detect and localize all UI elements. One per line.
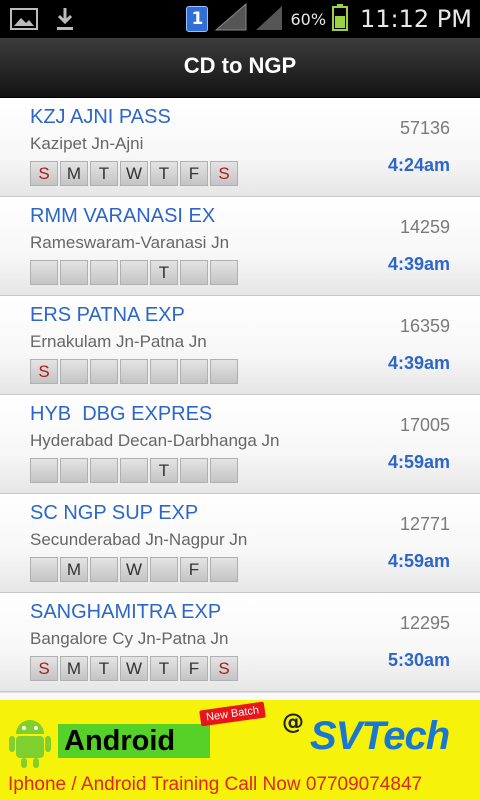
day-cell — [210, 458, 238, 483]
day-cell — [60, 458, 88, 483]
title-bar: CD to NGP — [0, 38, 480, 98]
day-cell — [60, 359, 88, 384]
departure-time: 4:39am — [387, 254, 450, 274]
day-cell: S — [30, 359, 58, 384]
android-label: Android — [58, 724, 210, 758]
list-item[interactable]: ERS PATNA EXP Ernakulam Jn-Patna Jn 1635… — [0, 296, 480, 395]
train-number: 14259 — [399, 217, 450, 237]
train-name: SANGHAMITRA EXP — [30, 601, 222, 623]
day-cell — [120, 260, 148, 285]
day-cell: M — [60, 161, 88, 186]
day-cell: S — [210, 161, 238, 186]
train-route: Rameswaram-Varanasi Jn — [30, 233, 230, 252]
notification-badge-icon: 1 — [186, 6, 209, 32]
android-robot-icon — [8, 714, 52, 774]
day-cell — [210, 557, 238, 582]
day-cell: T — [150, 161, 178, 186]
day-cell — [150, 359, 178, 384]
train-name: RMM VARANASI EX — [30, 205, 216, 227]
list-item[interactable] — [0, 692, 480, 700]
day-cell: W — [120, 656, 148, 681]
train-number: 17005 — [399, 415, 450, 435]
day-cell — [120, 458, 148, 483]
train-number: 16359 — [399, 316, 450, 336]
day-cell — [30, 260, 58, 285]
clock: 11:12 PM — [360, 5, 472, 33]
day-cell: F — [180, 656, 208, 681]
train-list[interactable]: KZJ AJNI PASS Kazipet Jn-Ajni 57136 4:24… — [0, 98, 480, 692]
day-cell: T — [90, 656, 118, 681]
run-days: SMTWTFS — [30, 656, 238, 681]
train-name: SC NGP SUP EXP — [30, 502, 199, 524]
day-cell: W — [120, 161, 148, 186]
day-cell — [180, 359, 208, 384]
run-days: T — [30, 260, 238, 285]
day-cell: S — [30, 656, 58, 681]
day-cell: M — [60, 557, 88, 582]
day-cell: M — [60, 656, 88, 681]
signal-icon — [254, 2, 284, 36]
departure-time: 4:59am — [387, 551, 450, 571]
train-name: ERS PATNA EXP — [30, 304, 185, 326]
page-title: CD to NGP — [183, 53, 297, 78]
departure-time: 5:30am — [387, 650, 450, 670]
ad-text: Iphone / Android Training Call Now 07709… — [8, 774, 423, 795]
list-item[interactable]: KZJ AJNI PASS Kazipet Jn-Ajni 57136 4:24… — [0, 98, 480, 197]
at-symbol: @ — [282, 710, 304, 735]
new-batch-badge: New Batch — [199, 701, 266, 727]
ad-banner[interactable]: Android New Batch @ SVTech Iphone / Andr… — [0, 700, 480, 800]
train-route: Kazipet Jn-Ajni — [30, 134, 144, 153]
train-number: 57136 — [399, 118, 450, 138]
train-route: Ernakulam Jn-Patna Jn — [30, 332, 207, 351]
train-number: 12295 — [399, 613, 450, 633]
day-cell: F — [180, 557, 208, 582]
departure-time: 4:24am — [387, 155, 450, 175]
train-route: Bangalore Cy Jn-Patna Jn — [30, 629, 229, 648]
day-cell — [90, 359, 118, 384]
day-cell: T — [90, 161, 118, 186]
battery-percent: 60% — [290, 9, 327, 29]
run-days: T — [30, 458, 238, 483]
battery-icon — [332, 3, 349, 35]
train-name: KZJ AJNI PASS — [30, 106, 171, 128]
day-cell: T — [150, 260, 178, 285]
day-cell — [120, 359, 148, 384]
day-cell — [210, 359, 238, 384]
day-cell: S — [30, 161, 58, 186]
signal-icon — [214, 2, 248, 36]
list-item[interactable]: HYB DBG EXPRES Hyderabad Decan-Darbhanga… — [0, 395, 480, 494]
day-cell: T — [150, 458, 178, 483]
run-days: S — [30, 359, 238, 384]
image-icon — [10, 7, 38, 35]
list-item[interactable]: SANGHAMITRA EXP Bangalore Cy Jn-Patna Jn… — [0, 593, 480, 692]
list-item[interactable]: SC NGP SUP EXP Secunderabad Jn-Nagpur Jn… — [0, 494, 480, 593]
run-days: MWF — [30, 557, 238, 582]
day-cell: T — [150, 656, 178, 681]
day-cell: F — [180, 161, 208, 186]
brand-logo: SVTech — [310, 714, 450, 758]
day-cell — [30, 557, 58, 582]
train-name: HYB DBG EXPRES — [30, 403, 213, 425]
departure-time: 4:59am — [387, 452, 450, 472]
day-cell: S — [210, 656, 238, 681]
day-cell — [60, 260, 88, 285]
train-number: 12771 — [399, 514, 450, 534]
day-cell — [210, 260, 238, 285]
day-cell — [180, 260, 208, 285]
run-days: SMTWTFS — [30, 161, 238, 186]
train-route: Hyderabad Decan-Darbhanga Jn — [30, 431, 280, 450]
download-icon — [54, 6, 76, 36]
day-cell: W — [120, 557, 148, 582]
status-bar: 1 60% 11:12 PM — [0, 0, 480, 38]
day-cell — [30, 458, 58, 483]
day-cell — [90, 458, 118, 483]
day-cell — [180, 458, 208, 483]
train-route: Secunderabad Jn-Nagpur Jn — [30, 530, 248, 549]
day-cell — [150, 557, 178, 582]
departure-time: 4:39am — [387, 353, 450, 373]
list-item[interactable]: RMM VARANASI EX Rameswaram-Varanasi Jn 1… — [0, 197, 480, 296]
day-cell — [90, 557, 118, 582]
day-cell — [90, 260, 118, 285]
